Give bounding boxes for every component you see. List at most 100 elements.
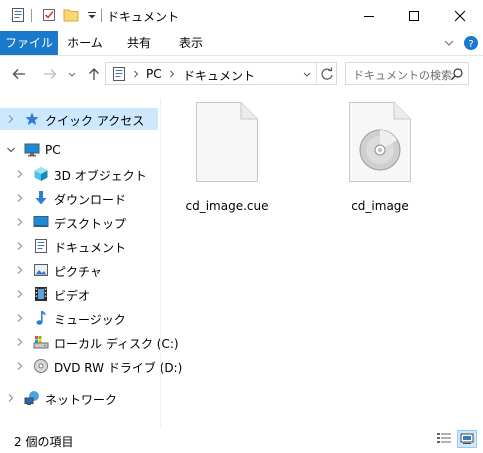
- tab-home[interactable]: ホーム: [64, 31, 106, 55]
- minimize-icon: [364, 15, 374, 17]
- network-icon: [24, 390, 40, 406]
- sidebar-item-label: ミュージック: [54, 313, 126, 327]
- chevron-right-icon[interactable]: [15, 241, 25, 251]
- back-button[interactable]: [10, 65, 28, 83]
- up-button[interactable]: [85, 65, 103, 83]
- details-view-icon: [437, 433, 451, 443]
- pictures-icon: [33, 262, 49, 278]
- expand-ribbon-icon[interactable]: [441, 35, 457, 51]
- file-item-cue[interactable]: cd_image.cue: [177, 102, 277, 213]
- search-placeholder: ドキュメントの検索: [353, 69, 452, 82]
- folder-icon[interactable]: [63, 7, 79, 23]
- status-item-count: 2 個の項目: [14, 435, 74, 449]
- chevron-right-icon[interactable]: [15, 313, 25, 323]
- blank-file-icon: [196, 102, 258, 182]
- download-icon: [33, 190, 49, 206]
- chevron-right-icon[interactable]: [15, 169, 25, 179]
- sidebar-item-label: デスクトップ: [54, 217, 127, 231]
- up-arrow-icon: [89, 68, 99, 80]
- sidebar-item-label: PC: [45, 143, 61, 157]
- maximize-button[interactable]: [391, 0, 437, 31]
- sidebar-item-desktop[interactable]: デスクトップ: [0, 211, 158, 233]
- chevron-right-icon[interactable]: [15, 289, 25, 299]
- window-title: ドキュメント: [107, 10, 180, 24]
- address-divider: [316, 63, 317, 84]
- svg-text:?: ?: [468, 39, 473, 50]
- title-separator: [101, 9, 102, 22]
- forward-arrow-icon: [44, 69, 57, 79]
- sidebar-item-local-disk[interactable]: ローカル ディスク (C:): [0, 331, 179, 353]
- pane-divider: [160, 98, 161, 428]
- sidebar-item-label: ピクチャ: [54, 265, 102, 279]
- sidebar-item-3d-objects[interactable]: 3D オブジェクト: [0, 163, 158, 185]
- sidebar-item-label: ドキュメント: [54, 241, 127, 255]
- sidebar-item-music[interactable]: ミュージック: [0, 307, 158, 329]
- sidebar-item-documents[interactable]: ドキュメント: [0, 235, 158, 257]
- chevron-down-icon[interactable]: [6, 145, 16, 155]
- search-box[interactable]: ドキュメントの検索: [345, 62, 469, 85]
- sidebar-item-dvd-drive[interactable]: DVD RW ドライブ (D:): [0, 355, 182, 377]
- star-icon: [24, 111, 40, 127]
- chevron-right-icon[interactable]: [6, 393, 16, 403]
- 3d-objects-icon: [33, 166, 49, 182]
- chevron-right-icon: [134, 70, 139, 78]
- sidebar-item-videos[interactable]: ビデオ: [0, 283, 158, 305]
- chevron-right-icon: [170, 70, 175, 78]
- sidebar-item-pictures[interactable]: ピクチャ: [0, 259, 158, 281]
- large-icons-view-icon: [460, 433, 474, 444]
- details-view-button[interactable]: [434, 430, 454, 448]
- desktop-icon: [33, 214, 49, 230]
- chevron-right-icon[interactable]: [15, 361, 25, 371]
- local-disk-icon: [33, 334, 49, 350]
- disc-image-file-icon: [349, 102, 411, 182]
- sidebar-item-downloads[interactable]: ダウンロード: [0, 187, 158, 209]
- title-separator: [31, 9, 32, 22]
- chevron-right-icon[interactable]: [15, 217, 25, 227]
- chevron-right-icon[interactable]: [6, 114, 16, 124]
- title-bar: ドキュメント: [0, 0, 483, 31]
- address-bar[interactable]: PC ドキュメント: [105, 62, 337, 85]
- large-icons-view-button[interactable]: [457, 430, 477, 448]
- navigation-pane: クイック アクセス PC 3D オブジェクト ダウンロード デスクトップ ドキュ…: [0, 98, 182, 428]
- tab-view[interactable]: 表示: [170, 31, 212, 55]
- tab-share[interactable]: 共有: [118, 31, 160, 55]
- sidebar-item-quick-access[interactable]: クイック アクセス: [0, 108, 158, 130]
- file-name: cd_image.cue: [185, 199, 269, 213]
- music-icon: [33, 310, 49, 326]
- sidebar-item-network[interactable]: ネットワーク: [0, 387, 158, 409]
- breadcrumb-documents[interactable]: ドキュメント: [183, 67, 255, 84]
- chevron-down-icon: [68, 72, 76, 77]
- properties-icon[interactable]: [10, 7, 26, 23]
- recent-locations-button[interactable]: [63, 65, 81, 83]
- customize-toolbar-icon[interactable]: [84, 7, 100, 23]
- checkmark-icon[interactable]: [41, 7, 57, 23]
- breadcrumb-pc[interactable]: PC: [146, 67, 162, 81]
- ribbon: ファイル ホーム 共有 表示 ?: [0, 31, 483, 56]
- tab-file[interactable]: ファイル: [0, 31, 58, 55]
- documents-icon: [113, 67, 125, 81]
- maximize-icon: [409, 10, 419, 21]
- pc-icon: [24, 142, 40, 158]
- help-icon[interactable]: ?: [463, 35, 479, 51]
- sidebar-item-label: クイック アクセス: [45, 114, 145, 128]
- file-item-disc-image[interactable]: cd_image: [330, 102, 430, 213]
- back-arrow-icon: [12, 69, 25, 79]
- sidebar-item-label: ダウンロード: [54, 193, 127, 207]
- file-name: cd_image: [351, 199, 409, 213]
- sidebar-item-label: ネットワーク: [45, 393, 118, 407]
- chevron-right-icon[interactable]: [15, 337, 25, 347]
- sidebar-item-label: DVD RW ドライブ (D:): [54, 361, 183, 375]
- chevron-right-icon[interactable]: [15, 193, 25, 203]
- dvd-drive-icon: [33, 358, 49, 374]
- sidebar-item-pc[interactable]: PC: [0, 139, 158, 161]
- address-dropdown-icon[interactable]: [302, 69, 312, 79]
- sidebar-item-label: 3D オブジェクト: [54, 169, 147, 183]
- documents-icon: [33, 238, 49, 254]
- search-icon[interactable]: [450, 67, 464, 81]
- chevron-right-icon[interactable]: [15, 265, 25, 275]
- sidebar-item-label: ビデオ: [54, 289, 91, 303]
- forward-button[interactable]: [41, 65, 59, 83]
- refresh-icon[interactable]: [319, 66, 335, 82]
- close-button[interactable]: [437, 0, 483, 31]
- minimize-button[interactable]: [346, 0, 392, 31]
